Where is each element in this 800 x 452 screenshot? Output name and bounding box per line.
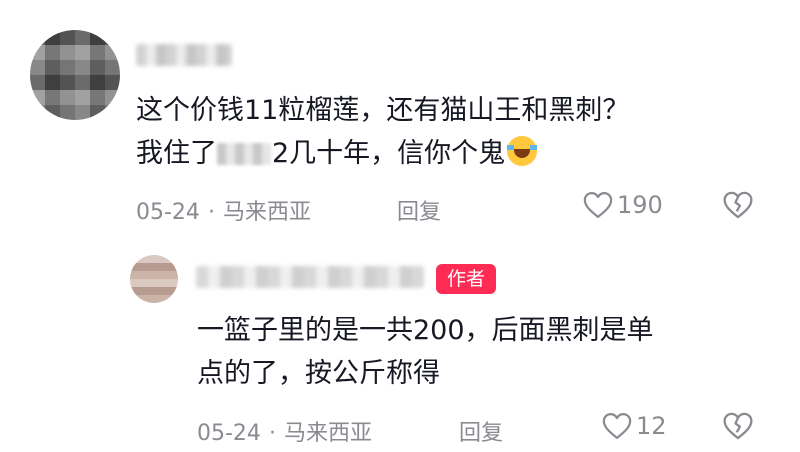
reply-button[interactable]: 回复: [459, 415, 503, 447]
like-button[interactable]: 12: [602, 412, 667, 440]
dislike-button[interactable]: [722, 191, 754, 219]
reply-date: 05-24: [197, 421, 261, 446]
comment-date: 05-24: [136, 200, 200, 225]
broken-heart-icon: [722, 191, 754, 219]
reply-location: 马来西亚: [283, 421, 372, 446]
comment-text-line2: 我住了 2几十年，信你个鬼: [136, 135, 538, 173]
meta-separator: ·: [268, 421, 276, 446]
heart-outline-icon: [602, 412, 632, 440]
censored-text: [217, 143, 271, 165]
comment-text-line2-suffix: 2几十年，信你个鬼: [272, 138, 506, 169]
comment-text-line2-prefix: 我住了: [136, 138, 217, 169]
reply-text-line2: 点的了，按公斤称得: [197, 358, 440, 389]
meta-separator: ·: [207, 200, 215, 225]
reply-meta: 05-24 · 马来西亚: [197, 415, 372, 447]
broken-heart-icon: [722, 412, 754, 440]
comment-location: 马来西亚: [222, 200, 311, 225]
author-username-blurred[interactable]: [196, 266, 424, 288]
commenter-username-blurred[interactable]: [136, 44, 232, 66]
comment-text-line1: 这个价钱11粒榴莲，还有猫山王和黑刺？: [136, 95, 630, 126]
commenter-avatar[interactable]: [30, 30, 120, 120]
author-avatar[interactable]: [130, 255, 178, 303]
author-badge: 作者: [436, 264, 496, 294]
dislike-button[interactable]: [722, 412, 754, 440]
like-button[interactable]: 190: [583, 191, 663, 219]
rolling-laughing-emoji-icon: [507, 136, 538, 166]
comment-meta: 05-24 · 马来西亚: [136, 194, 311, 226]
reply-button[interactable]: 回复: [397, 194, 441, 226]
reply-text-line1: 一篮子里的是一共200，后面黑刺是单: [197, 315, 654, 346]
like-count: 12: [636, 412, 667, 440]
heart-outline-icon: [583, 191, 613, 219]
like-count: 190: [617, 191, 663, 219]
